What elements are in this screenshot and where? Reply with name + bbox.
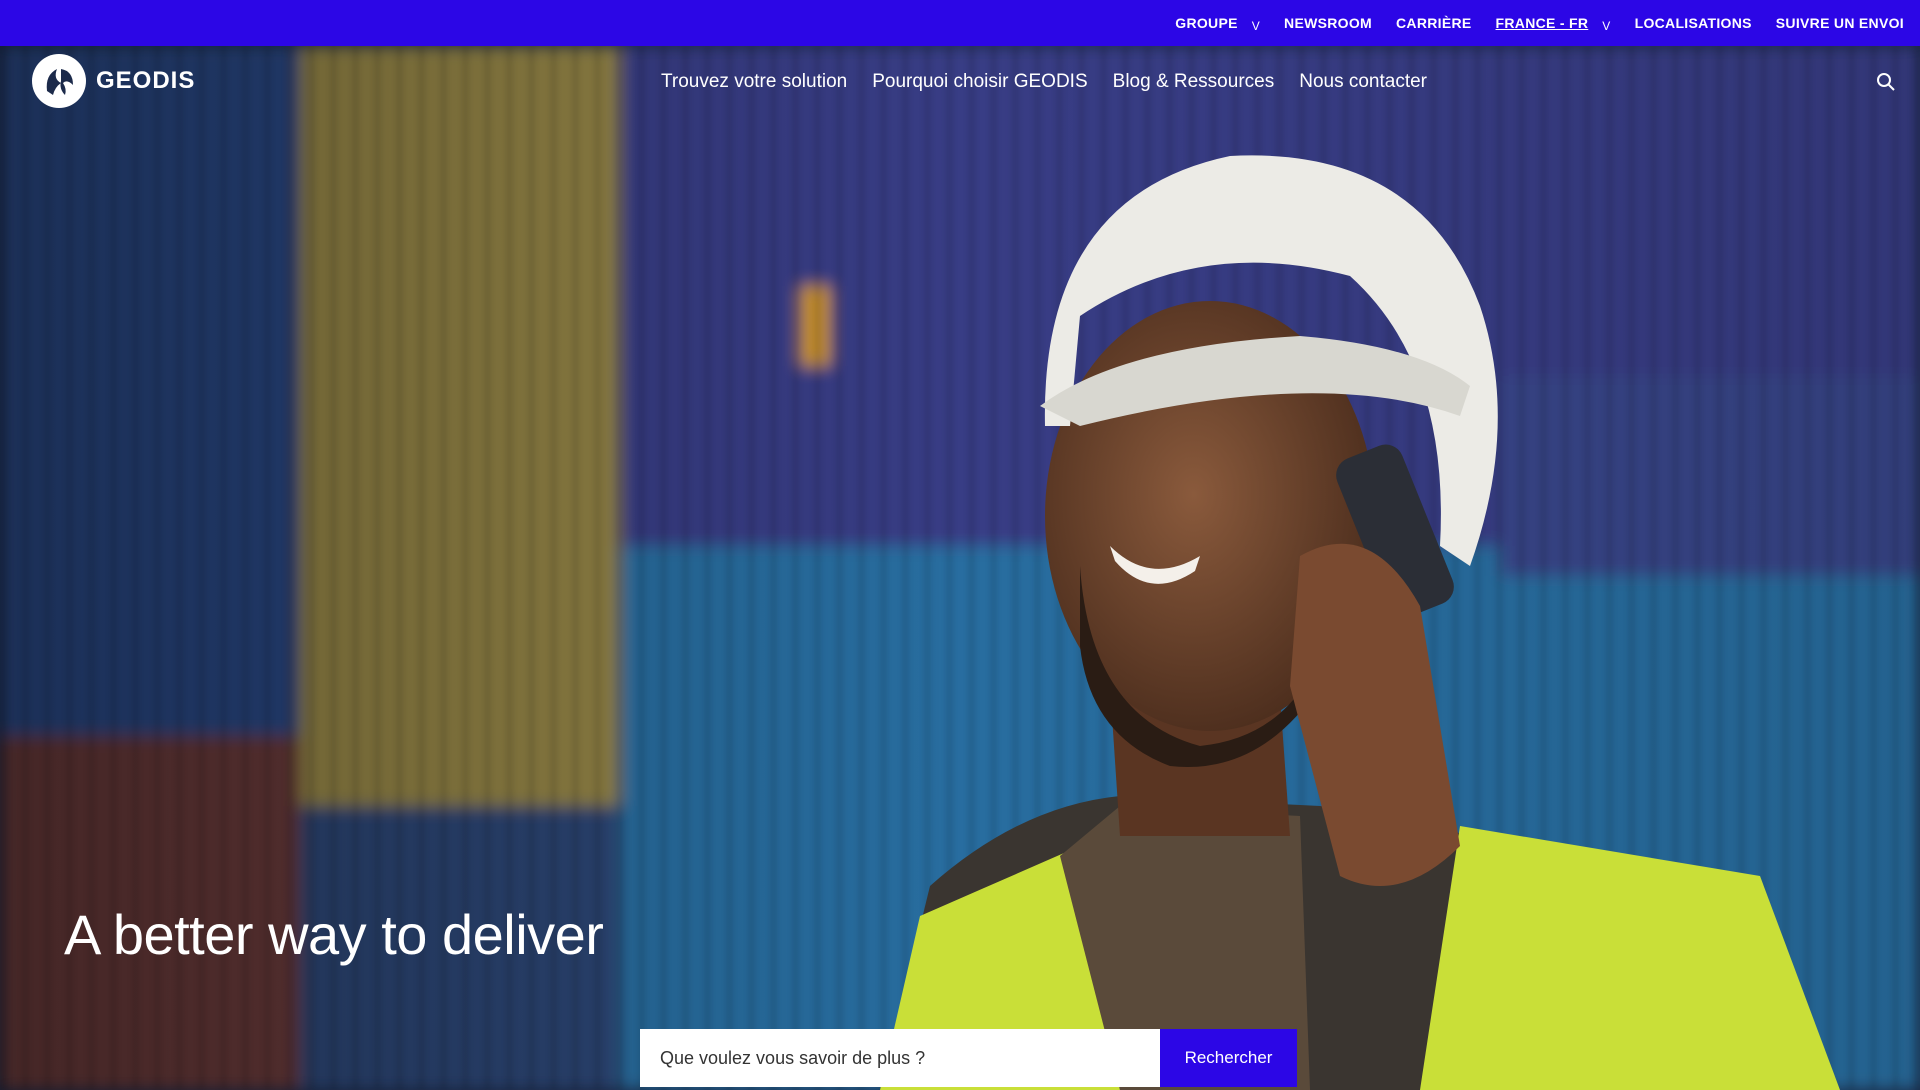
chevron-down-icon: v — [1251, 19, 1261, 33]
top-link-language[interactable]: FRANCE - FR v — [1496, 13, 1611, 33]
top-link-carriere[interactable]: CARRIÈRE — [1396, 15, 1472, 31]
top-link-localisations[interactable]: LOCALISATIONS — [1635, 15, 1752, 31]
top-link-label: GROUPE — [1175, 15, 1238, 31]
geodis-logo-icon — [32, 54, 86, 108]
search-submit-button[interactable]: Rechercher — [1160, 1029, 1297, 1087]
chevron-down-icon: v — [1602, 19, 1611, 33]
top-link-label: FRANCE - FR — [1495, 15, 1589, 31]
hero-search-bar: Rechercher — [640, 1029, 1297, 1087]
nav-item-nous-contacter[interactable]: Nous contacter — [1299, 71, 1427, 93]
top-utility-bar: GROUPE v NEWSROOM CARRIÈRE FRANCE - FR v… — [0, 0, 1920, 46]
brand-name: GEODIS — [96, 67, 196, 94]
top-link-label: NEWSROOM — [1284, 15, 1372, 31]
top-link-label: LOCALISATIONS — [1634, 15, 1752, 31]
hero-title: A better way to deliver — [64, 903, 604, 966]
top-link-groupe[interactable]: GROUPE v — [1175, 13, 1260, 33]
top-link-newsroom[interactable]: NEWSROOM — [1284, 15, 1372, 31]
main-navigation: Trouvez votre solution Pourquoi choisir … — [661, 71, 1427, 93]
top-link-suivre-envoi[interactable]: SUIVRE UN ENVOI — [1776, 15, 1904, 31]
brand-logo[interactable]: GEODIS — [32, 54, 195, 108]
top-link-label: CARRIÈRE — [1396, 15, 1472, 31]
nav-item-trouvez-solution[interactable]: Trouvez votre solution — [661, 71, 847, 93]
search-icon[interactable] — [1876, 72, 1896, 92]
hero-search-input[interactable] — [640, 1029, 1160, 1087]
nav-item-blog-ressources[interactable]: Blog & Ressources — [1113, 71, 1275, 93]
top-utility-links: GROUPE v NEWSROOM CARRIÈRE FRANCE - FR v… — [1175, 0, 1904, 46]
nav-item-pourquoi-geodis[interactable]: Pourquoi choisir GEODIS — [872, 71, 1087, 93]
top-link-label: SUIVRE UN ENVOI — [1775, 15, 1904, 31]
